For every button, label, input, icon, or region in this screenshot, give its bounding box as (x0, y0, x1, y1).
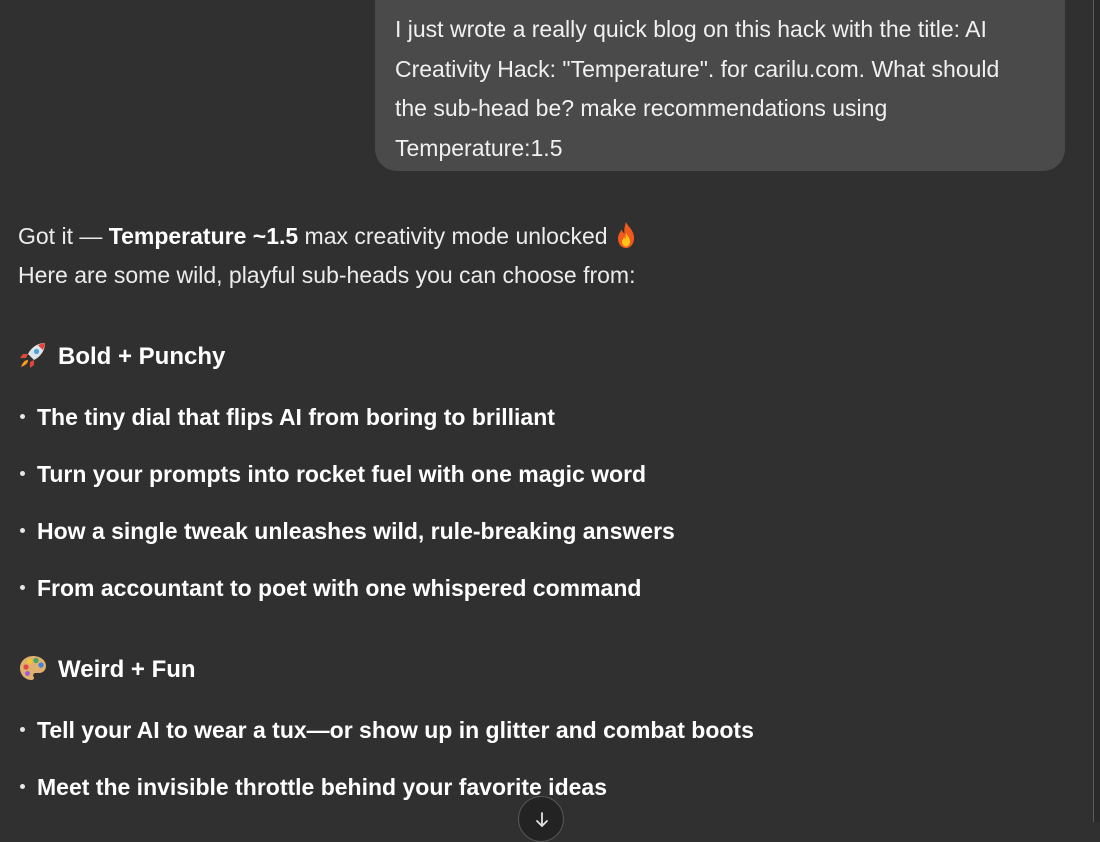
list-item-text: From accountant to poet with one whisper… (37, 575, 642, 601)
assistant-intro-line2: Here are some wild, playful sub-heads yo… (18, 262, 636, 288)
bullet-dot (20, 585, 25, 591)
bullet-dot (20, 471, 25, 477)
bullet-dot (20, 784, 25, 790)
rocket-icon (18, 340, 48, 370)
user-message-line: Temperature:1.5 (395, 134, 563, 161)
list-item-text: Meet the invisible throttle behind your … (37, 774, 607, 800)
user-message-line: Creativity Hack: "Temperature". for cari… (395, 55, 1000, 82)
palette-icon (18, 653, 48, 683)
user-message-line: I just wrote a really quick blog on this… (395, 16, 987, 42)
section-heading-bold-punchy: Bold + Punchy (18, 337, 225, 377)
list-item-text: Tell your AI to wear a tux—or show up in… (37, 717, 754, 743)
list-item: The tiny dial that flips AI from boring … (18, 399, 555, 435)
intro-bold: Temperature ~1.5 (108, 223, 299, 249)
window-edge (1093, 0, 1100, 822)
bullet-dot (20, 727, 25, 733)
intro-prefix: Got it — (18, 223, 109, 249)
list-item: Turn your prompts into rocket fuel with … (18, 456, 646, 492)
list-item-text: How a single tweak unleashes wild, rule-… (37, 518, 675, 544)
assistant-message: Got it — Temperature ~1.5 max creativity… (18, 217, 1078, 800)
user-message-bubble: I just wrote a really quick blog on this… (375, 0, 1065, 171)
list-item-text: The tiny dial that flips AI from boring … (37, 404, 555, 430)
intro-suffix: max creativity mode unlocked (298, 223, 608, 249)
list-item: How a single tweak unleashes wild, rule-… (18, 513, 675, 549)
list-item: From accountant to poet with one whisper… (18, 570, 641, 606)
fire-icon (614, 221, 638, 249)
list-item: Meet the invisible throttle behind your … (18, 769, 607, 805)
user-message-line: the sub-head be? make recommendations us… (395, 95, 888, 121)
assistant-intro: Got it — Temperature ~1.5 max creativity… (18, 217, 1078, 256)
section-heading-weird-fun: Weird + Fun (18, 650, 196, 690)
list-item: Tell your AI to wear a tux—or show up in… (18, 712, 754, 748)
section-title: Bold + Punchy (58, 343, 226, 370)
bullet-dot (20, 528, 25, 534)
section-title: Weird + Fun (58, 656, 196, 683)
list-item-text: Turn your prompts into rocket fuel with … (37, 461, 647, 487)
scroll-to-bottom-button[interactable] (518, 796, 564, 842)
arrow-down-icon (536, 812, 548, 827)
bullet-dot (20, 414, 25, 420)
